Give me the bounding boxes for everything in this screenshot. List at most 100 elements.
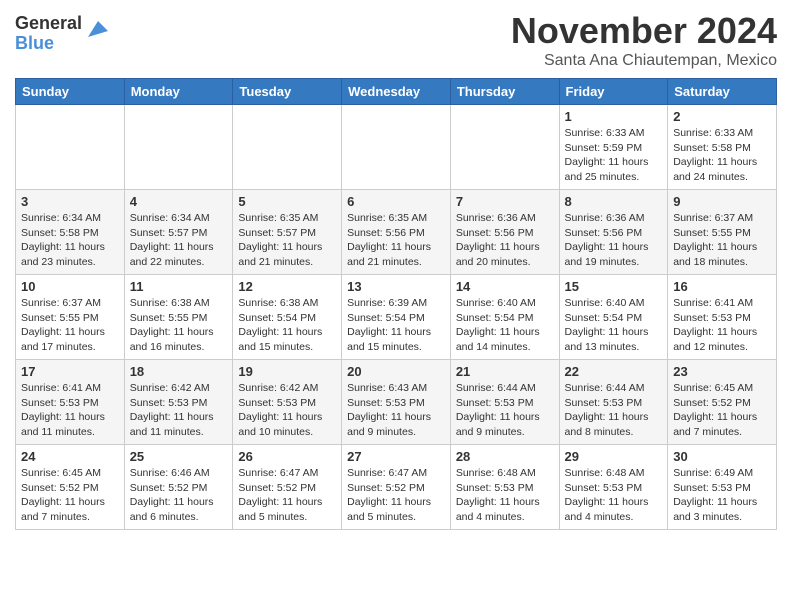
day-number: 18 [130, 364, 228, 379]
day-number: 6 [347, 194, 445, 209]
day-number: 16 [673, 279, 771, 294]
calendar-cell: 29 Sunrise: 6:48 AMSunset: 5:53 PMDayligh… [559, 445, 668, 530]
logo-general: General [15, 14, 82, 34]
calendar-cell: 16 Sunrise: 6:41 AMSunset: 5:53 PMDayligh… [668, 275, 777, 360]
day-info: Sunrise: 6:41 AMSunset: 5:53 PMDaylight:… [21, 381, 119, 440]
weekday-header-saturday: Saturday [668, 79, 777, 105]
day-info: Sunrise: 6:33 AMSunset: 5:58 PMDaylight:… [673, 126, 771, 185]
title-area: November 2024 Santa Ana Chiautempan, Mex… [511, 10, 777, 70]
day-number: 26 [238, 449, 336, 464]
day-number: 9 [673, 194, 771, 209]
day-info: Sunrise: 6:48 AMSunset: 5:53 PMDaylight:… [565, 466, 663, 525]
day-number: 11 [130, 279, 228, 294]
day-number: 30 [673, 449, 771, 464]
day-info: Sunrise: 6:46 AMSunset: 5:52 PMDaylight:… [130, 466, 228, 525]
day-info: Sunrise: 6:38 AMSunset: 5:54 PMDaylight:… [238, 296, 336, 355]
day-info: Sunrise: 6:34 AMSunset: 5:57 PMDaylight:… [130, 211, 228, 270]
day-number: 8 [565, 194, 663, 209]
day-number: 22 [565, 364, 663, 379]
calendar-cell [233, 105, 342, 190]
weekday-header-sunday: Sunday [16, 79, 125, 105]
calendar-cell: 7 Sunrise: 6:36 AMSunset: 5:56 PMDaylight… [450, 190, 559, 275]
calendar-cell: 12 Sunrise: 6:38 AMSunset: 5:54 PMDayligh… [233, 275, 342, 360]
day-info: Sunrise: 6:34 AMSunset: 5:58 PMDaylight:… [21, 211, 119, 270]
calendar-cell: 2Sunrise: 6:33 AMSunset: 5:58 PMDaylight… [668, 105, 777, 190]
day-number: 7 [456, 194, 554, 209]
day-info: Sunrise: 6:37 AMSunset: 5:55 PMDaylight:… [21, 296, 119, 355]
calendar-cell: 24 Sunrise: 6:45 AMSunset: 5:52 PMDayligh… [16, 445, 125, 530]
day-number: 20 [347, 364, 445, 379]
calendar-cell: 21 Sunrise: 6:44 AMSunset: 5:53 PMDayligh… [450, 360, 559, 445]
weekday-header-monday: Monday [124, 79, 233, 105]
day-info: Sunrise: 6:49 AMSunset: 5:53 PMDaylight:… [673, 466, 771, 525]
day-number: 17 [21, 364, 119, 379]
calendar-cell: 28 Sunrise: 6:48 AMSunset: 5:53 PMDayligh… [450, 445, 559, 530]
calendar-cell: 1 Sunrise: 6:33 AMSunset: 5:59 PMDaylight… [559, 105, 668, 190]
header: General Blue November 2024 Santa Ana Chi… [15, 10, 777, 70]
logo-blue: Blue [15, 34, 82, 54]
month-title: November 2024 [511, 10, 777, 52]
day-info: Sunrise: 6:42 AMSunset: 5:53 PMDaylight:… [238, 381, 336, 440]
day-number: 14 [456, 279, 554, 294]
day-info: Sunrise: 6:44 AMSunset: 5:53 PMDaylight:… [456, 381, 554, 440]
calendar-cell: 23 Sunrise: 6:45 AMSunset: 5:52 PMDayligh… [668, 360, 777, 445]
weekday-header-tuesday: Tuesday [233, 79, 342, 105]
day-number: 3 [21, 194, 119, 209]
day-number: 10 [21, 279, 119, 294]
calendar-cell [450, 105, 559, 190]
calendar-cell: 11Sunrise: 6:38 AMSunset: 5:55 PMDayligh… [124, 275, 233, 360]
day-info: Sunrise: 6:40 AMSunset: 5:54 PMDaylight:… [456, 296, 554, 355]
day-info: Sunrise: 6:40 AMSunset: 5:54 PMDaylight:… [565, 296, 663, 355]
calendar-cell: 18 Sunrise: 6:42 AMSunset: 5:53 PMDayligh… [124, 360, 233, 445]
calendar-cell: 19 Sunrise: 6:42 AMSunset: 5:53 PMDayligh… [233, 360, 342, 445]
day-number: 1 [565, 109, 663, 124]
day-number: 5 [238, 194, 336, 209]
calendar-cell: 27Sunrise: 6:47 AMSunset: 5:52 PMDayligh… [342, 445, 451, 530]
day-number: 13 [347, 279, 445, 294]
calendar-cell: 3 Sunrise: 6:34 AMSunset: 5:58 PMDaylight… [16, 190, 125, 275]
calendar-cell: 14 Sunrise: 6:40 AMSunset: 5:54 PMDayligh… [450, 275, 559, 360]
calendar-cell: 6 Sunrise: 6:35 AMSunset: 5:56 PMDaylight… [342, 190, 451, 275]
day-info: Sunrise: 6:42 AMSunset: 5:53 PMDaylight:… [130, 381, 228, 440]
calendar-cell: 9 Sunrise: 6:37 AMSunset: 5:55 PMDaylight… [668, 190, 777, 275]
calendar-cell: 8 Sunrise: 6:36 AMSunset: 5:56 PMDaylight… [559, 190, 668, 275]
location-title: Santa Ana Chiautempan, Mexico [511, 52, 777, 70]
calendar: SundayMondayTuesdayWednesdayThursdayFrid… [15, 78, 777, 530]
day-info: Sunrise: 6:45 AMSunset: 5:52 PMDaylight:… [21, 466, 119, 525]
day-number: 19 [238, 364, 336, 379]
calendar-cell: 30 Sunrise: 6:49 AMSunset: 5:53 PMDayligh… [668, 445, 777, 530]
calendar-cell: 4 Sunrise: 6:34 AMSunset: 5:57 PMDaylight… [124, 190, 233, 275]
calendar-cell: 17 Sunrise: 6:41 AMSunset: 5:53 PMDayligh… [16, 360, 125, 445]
weekday-header-wednesday: Wednesday [342, 79, 451, 105]
day-info: Sunrise: 6:37 AMSunset: 5:55 PMDaylight:… [673, 211, 771, 270]
calendar-cell [124, 105, 233, 190]
day-number: 29 [565, 449, 663, 464]
day-info: Sunrise: 6:48 AMSunset: 5:53 PMDaylight:… [456, 466, 554, 525]
calendar-cell: 13Sunrise: 6:39 AMSunset: 5:54 PMDayligh… [342, 275, 451, 360]
day-number: 21 [456, 364, 554, 379]
day-number: 27 [347, 449, 445, 464]
day-number: 28 [456, 449, 554, 464]
day-info: Sunrise: 6:47 AMSunset: 5:52 PMDaylight:… [238, 466, 336, 525]
day-number: 4 [130, 194, 228, 209]
day-number: 12 [238, 279, 336, 294]
calendar-cell [16, 105, 125, 190]
day-info: Sunrise: 6:45 AMSunset: 5:52 PMDaylight:… [673, 381, 771, 440]
day-info: Sunrise: 6:36 AMSunset: 5:56 PMDaylight:… [565, 211, 663, 270]
day-info: Sunrise: 6:41 AMSunset: 5:53 PMDaylight:… [673, 296, 771, 355]
calendar-cell: 10 Sunrise: 6:37 AMSunset: 5:55 PMDayligh… [16, 275, 125, 360]
calendar-cell: 20 Sunrise: 6:43 AMSunset: 5:53 PMDayligh… [342, 360, 451, 445]
day-number: 24 [21, 449, 119, 464]
day-info: Sunrise: 6:33 AMSunset: 5:59 PMDaylight:… [565, 126, 663, 185]
day-number: 23 [673, 364, 771, 379]
calendar-cell: 22Sunrise: 6:44 AMSunset: 5:53 PMDayligh… [559, 360, 668, 445]
day-info: Sunrise: 6:35 AMSunset: 5:56 PMDaylight:… [347, 211, 445, 270]
calendar-cell [342, 105, 451, 190]
calendar-cell: 5Sunrise: 6:35 AMSunset: 5:57 PMDaylight… [233, 190, 342, 275]
calendar-cell: 26 Sunrise: 6:47 AMSunset: 5:52 PMDayligh… [233, 445, 342, 530]
day-info: Sunrise: 6:36 AMSunset: 5:56 PMDaylight:… [456, 211, 554, 270]
day-number: 15 [565, 279, 663, 294]
weekday-header-thursday: Thursday [450, 79, 559, 105]
day-info: Sunrise: 6:43 AMSunset: 5:53 PMDaylight:… [347, 381, 445, 440]
logo-icon [84, 17, 108, 41]
